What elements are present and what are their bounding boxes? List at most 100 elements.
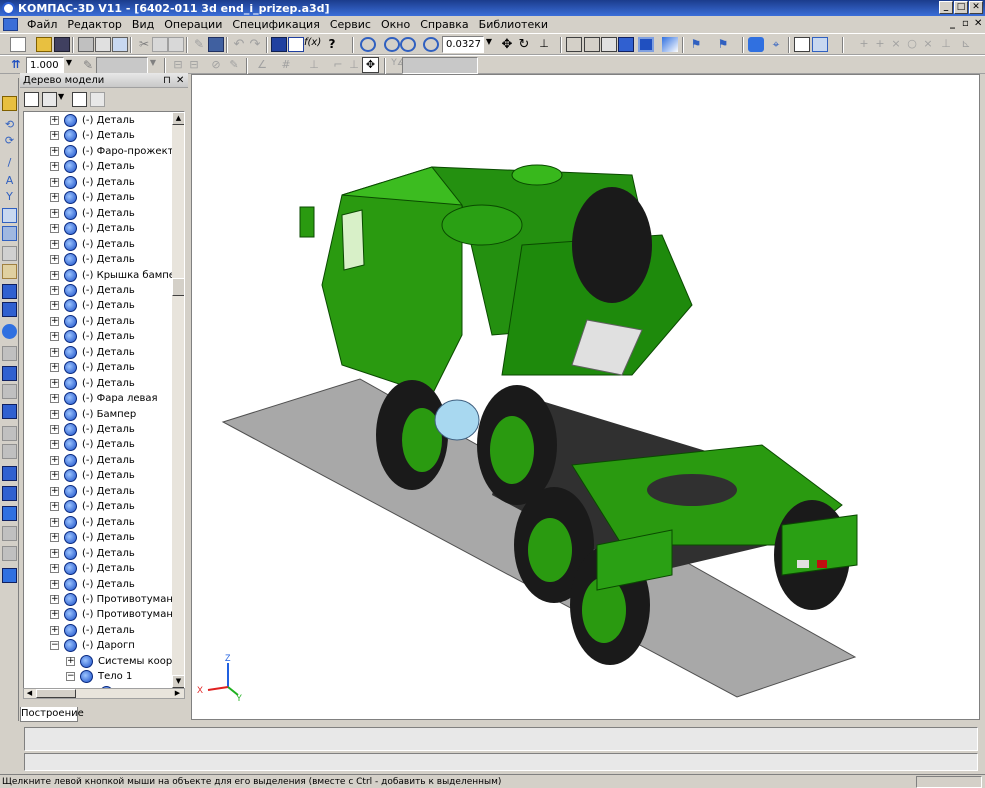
variables-icon[interactable] bbox=[288, 37, 304, 52]
snap-icon[interactable]: + bbox=[856, 37, 872, 52]
pan-icon[interactable]: ✥ bbox=[499, 37, 515, 52]
mdi-close-button[interactable]: ✕ bbox=[974, 18, 982, 29]
hscroll-thumb[interactable] bbox=[36, 689, 76, 698]
tree-structure-icon[interactable] bbox=[24, 92, 39, 107]
assembly-icon[interactable] bbox=[2, 568, 17, 583]
expand-icon[interactable]: + bbox=[50, 394, 59, 404]
tree-horizontal-scrollbar[interactable]: ◀ ▶ bbox=[23, 688, 185, 699]
expand-icon[interactable]: + bbox=[50, 177, 59, 187]
snap-icon[interactable]: ○ bbox=[904, 37, 920, 52]
thin-lines-view-icon[interactable] bbox=[601, 37, 617, 52]
step-input[interactable]: 1.000 bbox=[26, 57, 64, 74]
pencil-icon[interactable]: ✎ bbox=[226, 58, 242, 73]
ortho-icon[interactable]: ⊘ bbox=[208, 58, 224, 73]
scroll-down-icon[interactable]: ▼ bbox=[172, 675, 184, 688]
panel-close-icon[interactable]: ✕ bbox=[176, 73, 184, 88]
menu-editor[interactable]: Редактор bbox=[62, 18, 127, 31]
zoom-in-icon[interactable] bbox=[384, 37, 400, 52]
scroll-right-icon[interactable]: ▶ bbox=[172, 689, 183, 698]
shaded-edges-view-icon[interactable] bbox=[638, 37, 654, 52]
report-icon[interactable] bbox=[2, 226, 17, 241]
step-dropdown-icon[interactable]: ▼ bbox=[64, 58, 74, 73]
paste-icon[interactable] bbox=[168, 37, 184, 52]
shell-icon[interactable] bbox=[2, 404, 17, 419]
align-icon[interactable]: ⌐ bbox=[330, 58, 346, 73]
expand-icon[interactable]: + bbox=[50, 564, 59, 574]
extrude-icon[interactable] bbox=[2, 284, 17, 299]
layer-icon[interactable]: ⊟ bbox=[170, 58, 186, 73]
tree-view-dropdown-icon[interactable]: ▼ bbox=[58, 92, 64, 101]
expand-icon[interactable]: + bbox=[50, 301, 59, 311]
step-icon[interactable]: ⇈ bbox=[8, 58, 24, 73]
truck-model-view[interactable]: Z X Y bbox=[192, 75, 980, 720]
expand-icon[interactable]: + bbox=[50, 162, 59, 172]
close-button[interactable]: ✕ bbox=[969, 1, 983, 14]
redo-icon[interactable]: ↷ bbox=[247, 37, 263, 52]
format-painter-icon[interactable]: ✎ bbox=[191, 37, 207, 52]
move-component-icon[interactable] bbox=[2, 546, 17, 561]
select-filter-icon[interactable]: ⚑ bbox=[715, 37, 731, 52]
snap-icon[interactable]: ⊥ bbox=[938, 37, 954, 52]
tree-vertical-scrollbar[interactable]: ▲ ▼ bbox=[172, 112, 184, 688]
dimension-icon[interactable]: / bbox=[2, 156, 17, 171]
expand-icon[interactable]: + bbox=[50, 239, 59, 249]
document-icon[interactable] bbox=[3, 18, 18, 31]
snap-icon[interactable]: + bbox=[872, 37, 888, 52]
loft-icon[interactable] bbox=[2, 324, 17, 339]
3d-viewport[interactable]: Z X Y bbox=[191, 74, 980, 720]
mate-icon[interactable] bbox=[2, 526, 17, 541]
pattern-icon[interactable] bbox=[2, 466, 17, 481]
align-icon[interactable]: ⊥ bbox=[346, 58, 362, 73]
expand-icon[interactable]: + bbox=[50, 285, 59, 295]
sketch-icon[interactable]: A bbox=[2, 174, 17, 189]
grid-icon[interactable]: # bbox=[278, 58, 294, 73]
manager-icon[interactable] bbox=[271, 37, 287, 52]
properties-icon[interactable] bbox=[112, 37, 128, 52]
measure-icon[interactable] bbox=[748, 37, 764, 52]
orientation-icon[interactable]: ⊥ bbox=[536, 37, 552, 52]
expand-icon[interactable]: + bbox=[50, 378, 59, 388]
menu-window[interactable]: Окно bbox=[376, 18, 415, 31]
tree-sync-icon[interactable] bbox=[90, 92, 105, 107]
menu-view[interactable]: Вид bbox=[127, 18, 159, 31]
spec-object-icon[interactable] bbox=[812, 37, 828, 52]
scroll-up-icon[interactable]: ▲ bbox=[172, 112, 184, 125]
menu-libraries[interactable]: Библиотеки bbox=[474, 18, 553, 31]
coordinates-field[interactable] bbox=[402, 57, 478, 74]
mdi-minimize-button[interactable]: _ bbox=[950, 18, 955, 29]
menu-help[interactable]: Справка bbox=[415, 18, 473, 31]
expand-icon[interactable]: + bbox=[50, 471, 59, 481]
expand-icon[interactable]: + bbox=[50, 440, 59, 450]
snap-icon[interactable]: ⊾ bbox=[958, 37, 974, 52]
layer-dropdown-icon[interactable]: ▼ bbox=[148, 58, 158, 73]
expand-icon[interactable]: + bbox=[50, 332, 59, 342]
library-manager-icon[interactable] bbox=[208, 37, 224, 52]
expand-icon[interactable]: + bbox=[50, 533, 59, 543]
expand-icon[interactable]: + bbox=[50, 625, 59, 635]
collapse-icon[interactable]: − bbox=[66, 672, 75, 682]
expand-icon[interactable]: + bbox=[50, 517, 59, 527]
help-cursor-icon[interactable]: ? bbox=[324, 37, 340, 52]
layer-field[interactable] bbox=[96, 57, 148, 74]
zoom-window-icon[interactable] bbox=[360, 37, 376, 52]
copy-icon[interactable] bbox=[152, 37, 168, 52]
expand-icon[interactable]: + bbox=[50, 502, 59, 512]
expand-icon[interactable]: + bbox=[50, 610, 59, 620]
maximize-button[interactable]: □ bbox=[954, 1, 968, 14]
new-document-icon[interactable] bbox=[10, 37, 26, 52]
component-icon[interactable] bbox=[2, 506, 17, 521]
expand-icon[interactable]: + bbox=[50, 579, 59, 589]
wireframe-view-icon[interactable] bbox=[566, 37, 582, 52]
expand-icon[interactable]: + bbox=[50, 455, 59, 465]
menu-specification[interactable]: Спецификация bbox=[227, 18, 324, 31]
mass-properties-icon[interactable]: ⌖ bbox=[768, 37, 784, 52]
layer-icon[interactable]: ⊟ bbox=[186, 58, 202, 73]
cut-icon[interactable]: ✂ bbox=[136, 37, 152, 52]
angle-icon[interactable]: ∠ bbox=[254, 58, 270, 73]
zoom-scale-icon[interactable] bbox=[423, 37, 439, 52]
expand-icon[interactable]: + bbox=[50, 347, 59, 357]
scroll-thumb[interactable] bbox=[172, 278, 184, 296]
editing-icon[interactable]: ⟳ bbox=[2, 134, 17, 149]
filter-icon[interactable]: ⚑ bbox=[688, 37, 704, 52]
sheet-metal-icon[interactable] bbox=[2, 246, 17, 261]
